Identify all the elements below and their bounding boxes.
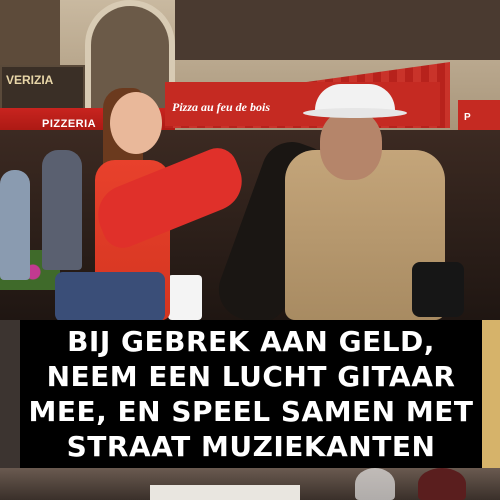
awning-right-label: P bbox=[464, 112, 471, 123]
woman-denim-jacket bbox=[55, 272, 165, 322]
white-chair bbox=[168, 275, 202, 320]
awning-left-label: PIZZERIA bbox=[42, 118, 97, 130]
wine-glass bbox=[418, 468, 466, 500]
water-glass bbox=[355, 468, 395, 500]
woman-head bbox=[110, 92, 162, 154]
man-head bbox=[320, 110, 382, 180]
bystander-left bbox=[0, 170, 30, 280]
bystander-middle bbox=[42, 150, 82, 270]
meme-image: VERIZIA PIZZERIA Pizza au feu de bois P … bbox=[0, 0, 500, 500]
awning-main-label: Pizza au feu de bois bbox=[172, 100, 271, 114]
terrace-table bbox=[150, 485, 300, 500]
upper-window bbox=[0, 0, 60, 70]
upper-balcony bbox=[175, 0, 500, 60]
shop-sign: VERIZIA bbox=[0, 65, 85, 110]
caption-text: BIJ GEBREK AAN GELD, NEEM EEN LUCHT GITA… bbox=[28, 325, 474, 463]
white-hat-brim bbox=[303, 108, 407, 118]
shoulder-bag bbox=[412, 262, 464, 317]
caption-box: BIJ GEBREK AAN GELD, NEEM EEN LUCHT GITA… bbox=[20, 320, 482, 468]
